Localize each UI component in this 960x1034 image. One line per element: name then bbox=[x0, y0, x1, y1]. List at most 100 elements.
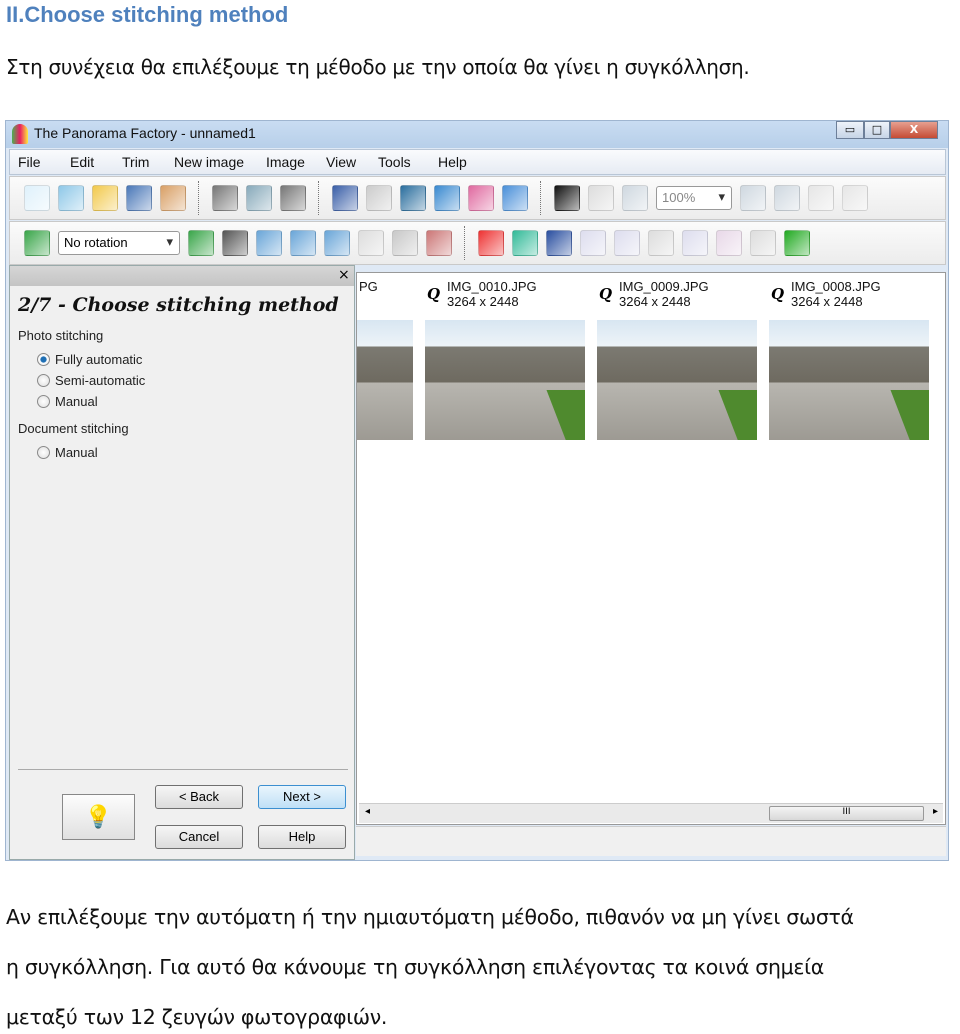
thumbnail-size: 3264 x 2448 bbox=[447, 294, 519, 309]
menu-trim[interactable]: Trim bbox=[122, 154, 149, 170]
book-icon[interactable] bbox=[434, 185, 460, 211]
rotate-icon[interactable] bbox=[324, 230, 350, 256]
menu-bar: File Edit Trim New image Image View Tools Help bbox=[9, 149, 946, 175]
color-wheel-icon[interactable] bbox=[716, 230, 742, 256]
title-bar: The Panorama Factory - unnamed1 ▭ □ X bbox=[6, 121, 948, 148]
pointer-icon[interactable] bbox=[554, 185, 580, 211]
thumbnail-image[interactable] bbox=[425, 320, 585, 440]
close-wizard-icon[interactable]: × bbox=[338, 267, 350, 283]
help-button[interactable]: Help bbox=[258, 825, 346, 849]
thumbnail-card[interactable]: Q IMG_0010.JPG 3264 x 2448 bbox=[425, 273, 585, 443]
thumbnail-image[interactable] bbox=[769, 320, 929, 440]
zoom-out-icon[interactable] bbox=[774, 185, 800, 211]
menu-edit[interactable]: Edit bbox=[70, 154, 94, 170]
document-stitching-options: Manual bbox=[37, 442, 98, 463]
radio-label: Semi-automatic bbox=[55, 373, 146, 388]
package-icon[interactable] bbox=[160, 185, 186, 211]
rotate-right-icon[interactable] bbox=[290, 230, 316, 256]
crop-icon[interactable] bbox=[392, 230, 418, 256]
body-line-2: η συγκόλληση. Για αυτό θα κάνουμε τη συγ… bbox=[6, 955, 825, 979]
radio-button[interactable] bbox=[37, 395, 50, 408]
toolbar-separator bbox=[318, 181, 320, 215]
filmstrip-icon[interactable] bbox=[222, 230, 248, 256]
scroll-right-icon[interactable]: ▸ bbox=[933, 806, 938, 817]
radio-fully-automatic[interactable]: Fully automatic bbox=[37, 349, 145, 370]
menu-help[interactable]: Help bbox=[438, 154, 467, 170]
wizard-icon[interactable] bbox=[58, 185, 84, 211]
cancel-button[interactable]: Cancel bbox=[155, 825, 243, 849]
body-line-3: μεταξύ των 12 ζευγών φωτογραφιών. bbox=[6, 1005, 388, 1029]
menu-tools[interactable]: Tools bbox=[378, 154, 411, 170]
grass bbox=[890, 390, 929, 440]
minimize-button[interactable]: ▭ bbox=[836, 121, 864, 139]
panorama-logo-icon[interactable] bbox=[468, 185, 494, 211]
horizontal-adjust-icon[interactable] bbox=[648, 230, 674, 256]
help-pointer-icon[interactable] bbox=[502, 185, 528, 211]
stretch-cut-icon[interactable] bbox=[546, 230, 572, 256]
next-button[interactable]: Next > bbox=[258, 785, 346, 809]
zoom-icon[interactable] bbox=[622, 185, 648, 211]
radio-manual[interactable]: Manual bbox=[37, 442, 98, 463]
section-heading: II.Choose stitching method bbox=[6, 2, 289, 27]
radio-button[interactable] bbox=[37, 353, 50, 366]
print-icon[interactable] bbox=[280, 185, 306, 211]
grass bbox=[546, 390, 585, 440]
move-icon[interactable] bbox=[842, 185, 868, 211]
grid-adjust-icon[interactable] bbox=[682, 230, 708, 256]
thumbnail-image[interactable] bbox=[357, 320, 413, 440]
open-folder-icon[interactable] bbox=[92, 185, 118, 211]
divider bbox=[18, 769, 348, 770]
export-icon[interactable] bbox=[188, 230, 214, 256]
thumbnail-name: PG bbox=[359, 279, 378, 294]
back-button[interactable]: < Back bbox=[155, 785, 243, 809]
color-triangle-icon[interactable] bbox=[478, 230, 504, 256]
scan-icon[interactable] bbox=[212, 185, 238, 211]
radio-button[interactable] bbox=[37, 374, 50, 387]
rotate-left-icon[interactable] bbox=[256, 230, 282, 256]
crop-cut-icon[interactable] bbox=[426, 230, 452, 256]
menu-file[interactable]: File bbox=[18, 154, 41, 170]
actual-size-icon[interactable] bbox=[808, 185, 834, 211]
thumbnail-card[interactable]: Q IMG_0009.JPG 3264 x 2448 bbox=[597, 273, 757, 443]
thumbnail-card[interactable]: Q IMG_0008.JPG 3264 x 2448 bbox=[769, 273, 929, 443]
import-icon[interactable] bbox=[24, 230, 50, 256]
zoom-select[interactable]: 100% bbox=[656, 186, 732, 210]
copy-icon[interactable] bbox=[366, 185, 392, 211]
zoom-thumbnail-icon[interactable]: Q bbox=[427, 285, 440, 303]
back-arrow-icon[interactable] bbox=[358, 230, 384, 256]
radio-button[interactable] bbox=[37, 446, 50, 459]
lightbulb-icon: 💡 bbox=[84, 804, 113, 830]
print-preview-icon[interactable] bbox=[246, 185, 272, 211]
menu-image[interactable]: Image bbox=[266, 154, 305, 170]
save-icon[interactable] bbox=[126, 185, 152, 211]
radio-semi-automatic[interactable]: Semi-automatic bbox=[37, 370, 145, 391]
thumbnail-image[interactable] bbox=[597, 320, 757, 440]
color-zoom-icon[interactable] bbox=[512, 230, 538, 256]
menu-view[interactable]: View bbox=[326, 154, 356, 170]
thumbnail-card[interactable]: PG bbox=[357, 273, 413, 443]
main-toolbar: 100% bbox=[9, 176, 946, 220]
hand-icon[interactable] bbox=[588, 185, 614, 211]
histogram-icon[interactable] bbox=[784, 230, 810, 256]
horizontal-scrollbar[interactable]: ◂ III ▸ bbox=[359, 803, 943, 823]
close-button[interactable]: X bbox=[890, 121, 938, 139]
menu-new-image[interactable]: New image bbox=[174, 154, 244, 170]
scroll-left-icon[interactable]: ◂ bbox=[365, 806, 370, 817]
scroll-thumb[interactable]: III bbox=[769, 806, 924, 821]
align-icon[interactable] bbox=[580, 230, 606, 256]
radio-manual[interactable]: Manual bbox=[37, 391, 145, 412]
radio-label: Manual bbox=[55, 394, 98, 409]
face-icon[interactable] bbox=[750, 230, 776, 256]
zoom-thumbnail-icon[interactable]: Q bbox=[771, 285, 784, 303]
zoom-thumbnail-icon[interactable]: Q bbox=[599, 285, 612, 303]
zoom-in-icon[interactable] bbox=[740, 185, 766, 211]
paste-icon[interactable] bbox=[400, 185, 426, 211]
cut-icon[interactable] bbox=[332, 185, 358, 211]
vertical-adjust-icon[interactable] bbox=[614, 230, 640, 256]
toolbar-separator bbox=[464, 226, 466, 260]
rotation-select[interactable]: No rotation bbox=[58, 231, 180, 255]
tip-button[interactable]: 💡 bbox=[62, 794, 135, 840]
new-file-icon[interactable] bbox=[24, 185, 50, 211]
maximize-button[interactable]: □ bbox=[864, 121, 890, 139]
intro-paragraph: Στη συνέχεια θα επιλέξουμε τη μέθοδο με … bbox=[6, 55, 750, 79]
